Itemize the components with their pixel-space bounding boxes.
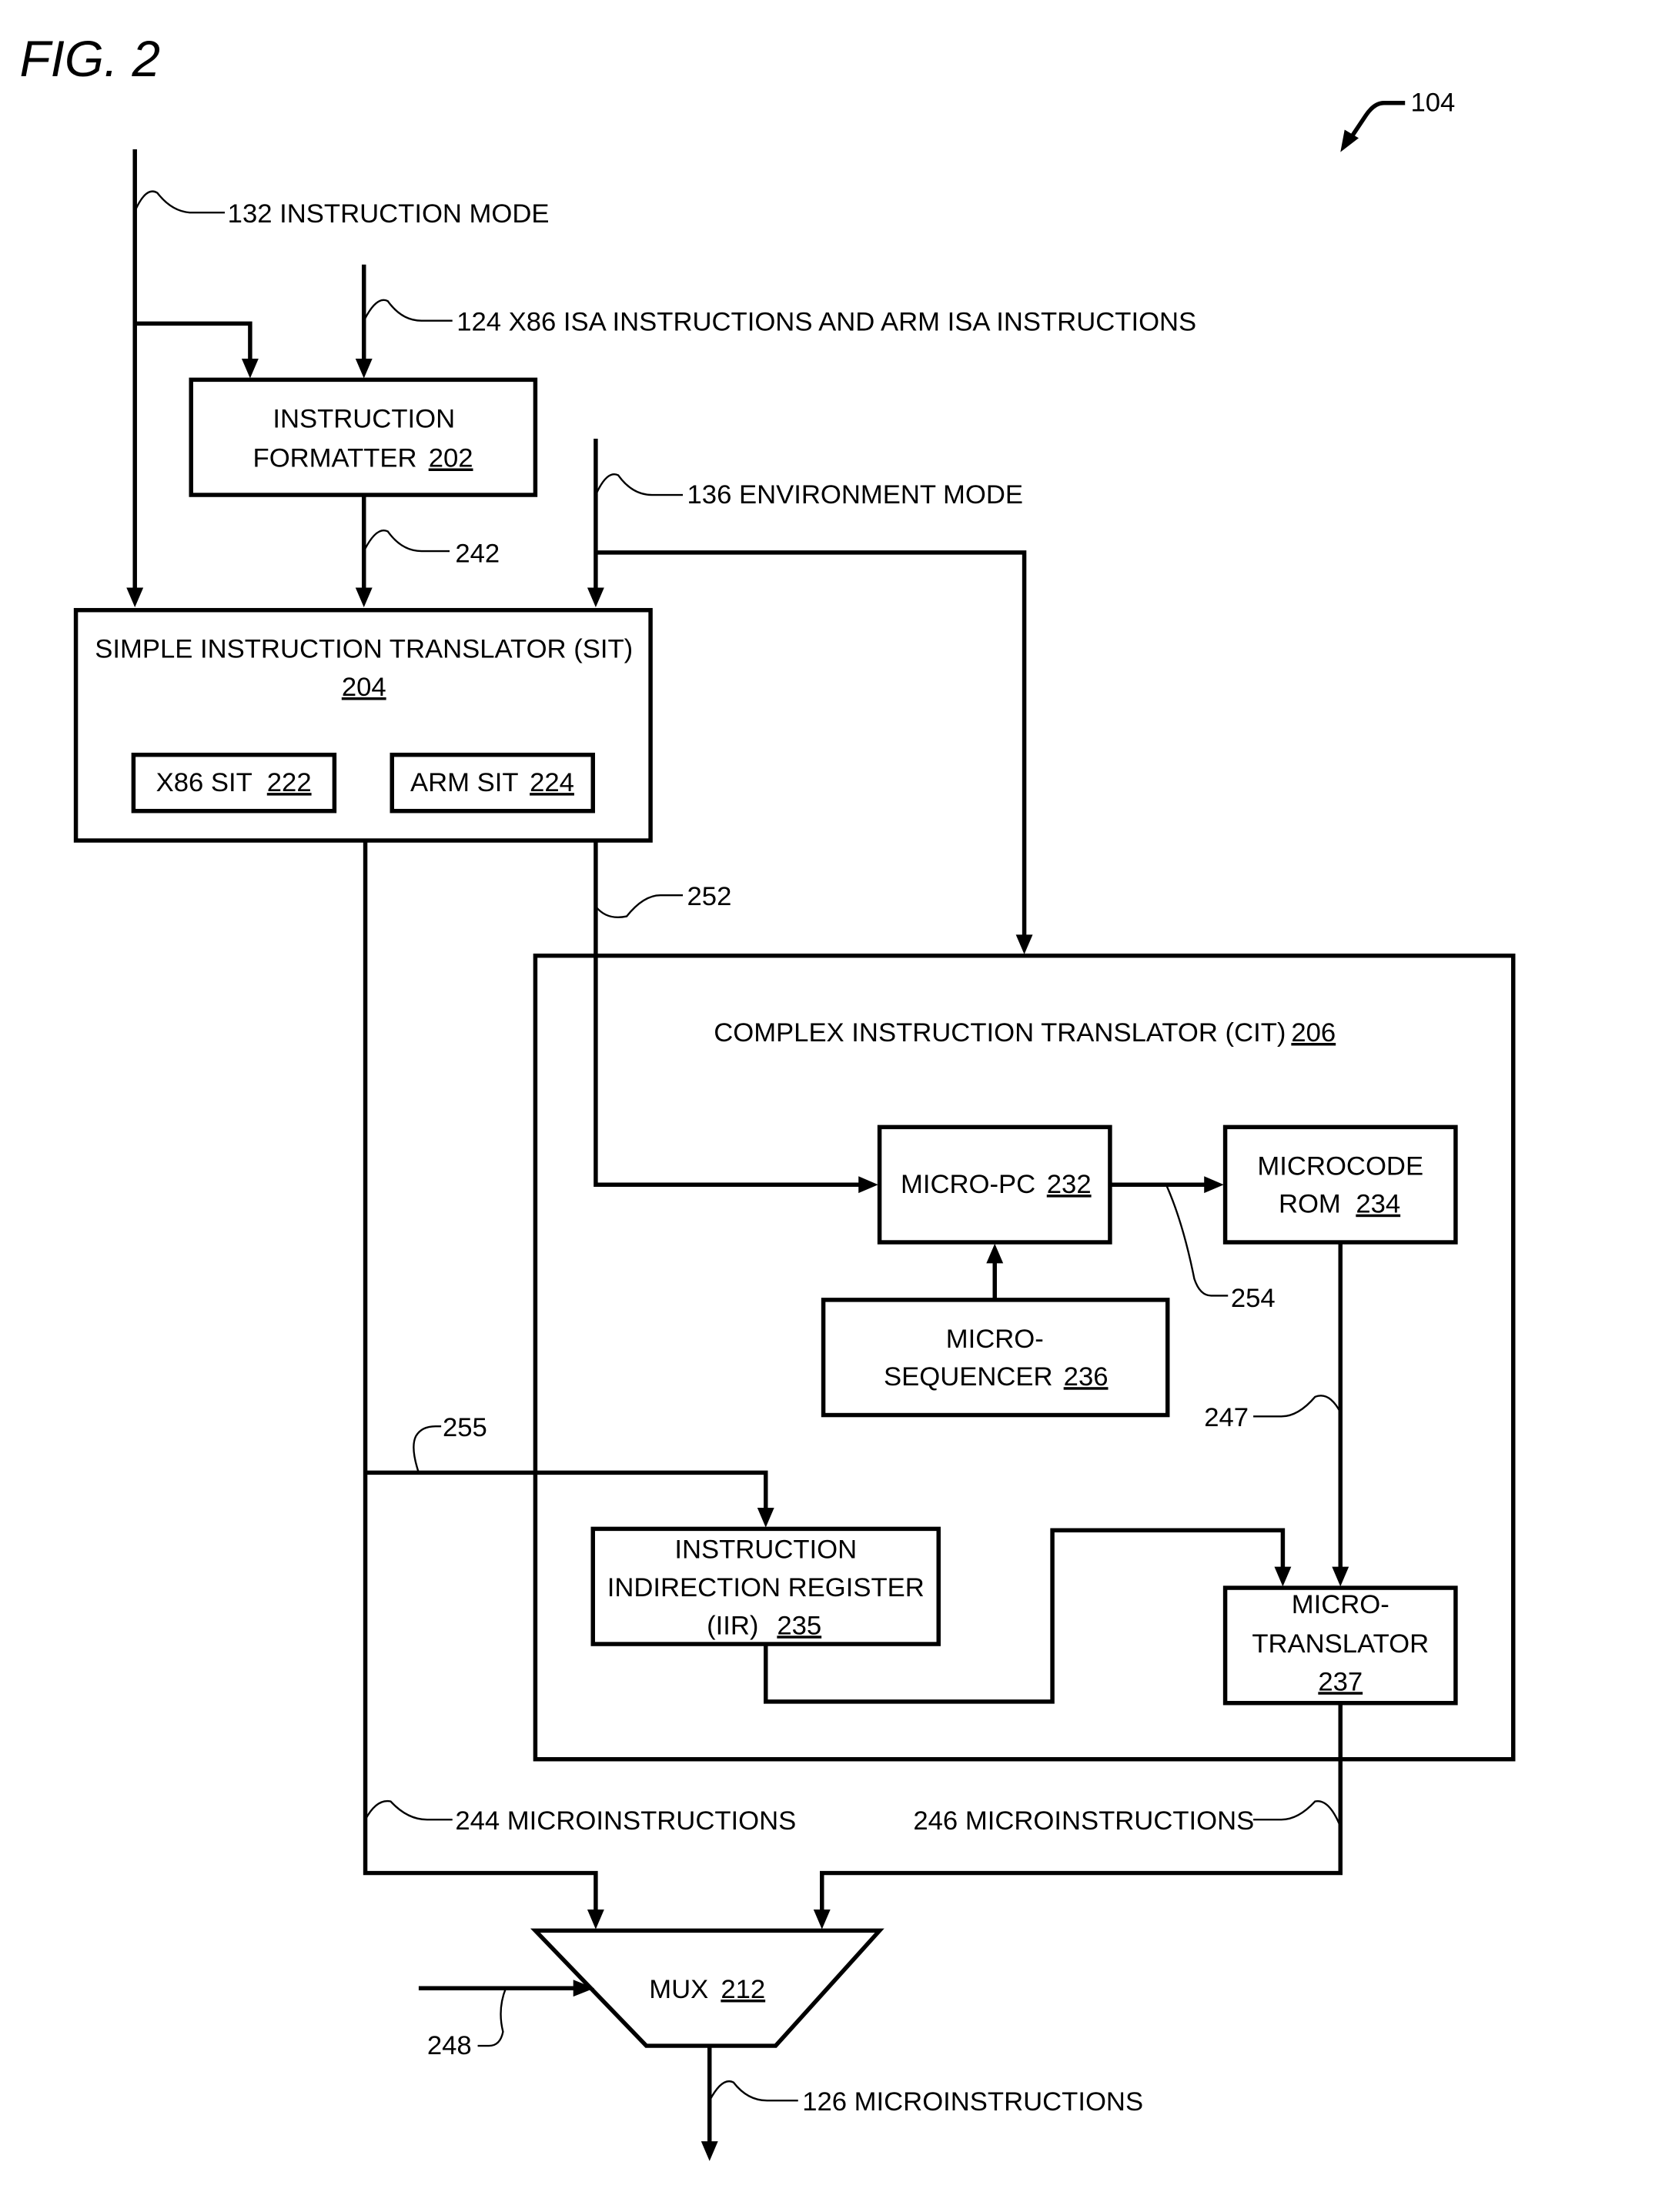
sit-block: SIMPLE INSTRUCTION TRANSLATOR (SIT) 204 … <box>73 607 653 843</box>
micro-sequencer-ref: 236 <box>1064 1362 1109 1392</box>
micro-pc-ref: 232 <box>1047 1170 1092 1199</box>
micro-pc-block: MICRO-PC 232 <box>877 1124 1112 1245</box>
formatter-ref: 202 <box>429 444 473 473</box>
instruction-formatter-block: INSTRUCTION FORMATTER 202 <box>189 377 538 497</box>
label-247: 247 <box>1204 1403 1249 1432</box>
label-248: 248 <box>427 2031 472 2060</box>
micro-sequencer-label-2: SEQUENCER <box>884 1362 1053 1392</box>
micro-translator-label-2: TRANSLATOR <box>1252 1629 1429 1659</box>
isa-instructions-signal: 124 X86 ISA INSTRUCTIONS AND ARM ISA INS… <box>355 264 1196 379</box>
micro-sequencer-label: MICRO- <box>946 1325 1044 1354</box>
x86-sit-block: X86 SIT 222 <box>131 752 337 814</box>
label-255: 255 <box>443 1413 487 1442</box>
label-252: 252 <box>687 882 732 911</box>
arm-sit-block: ARM SIT 224 <box>390 752 595 814</box>
signal-242: 242 <box>355 495 500 608</box>
environment-mode-label: 136 ENVIRONMENT MODE <box>687 480 1024 510</box>
micro-pc-label: MICRO-PC <box>901 1170 1035 1199</box>
instruction-mode-label: 132 INSTRUCTION MODE <box>228 199 550 229</box>
isa-instructions-label: 124 X86 ISA INSTRUCTIONS AND ARM ISA INS… <box>456 307 1196 336</box>
cit-label: COMPLEX INSTRUCTION TRANSLATOR (CIT) <box>714 1018 1286 1048</box>
signal-126: 126 MICROINSTRUCTIONS <box>701 2046 1143 2161</box>
x86-sit-ref: 222 <box>267 768 312 797</box>
figure-title: FIG. 2 <box>20 31 161 87</box>
reference-label: 104 <box>1411 89 1456 118</box>
environment-mode-signal: 136 ENVIRONMENT MODE <box>587 439 1033 954</box>
signal-247: 247 <box>1204 1242 1349 1587</box>
sit-label: SIMPLE INSTRUCTION TRANSLATOR (SIT) <box>95 635 633 664</box>
formatter-label: INSTRUCTION <box>273 404 455 433</box>
cit-ref: 206 <box>1291 1018 1336 1048</box>
sit-ref: 204 <box>342 673 386 702</box>
signal-248: 248 <box>418 1980 595 2060</box>
microcode-rom-block: MICROCODE ROM 234 <box>1222 1124 1458 1245</box>
label-242: 242 <box>455 540 500 569</box>
micro-sequencer-block: MICRO- SEQUENCER 236 <box>821 1243 1170 1418</box>
microcode-rom-label-2: ROM <box>1279 1190 1341 1219</box>
label-246: 246 MICROINSTRUCTIONS <box>913 1806 1254 1836</box>
signal-255: 255 <box>363 840 774 1930</box>
label-244: 244 MICROINSTRUCTIONS <box>455 1806 796 1836</box>
block-diagram: FIG. 2 104 132 INSTRUCTION MODE 124 X86 … <box>20 31 1516 2161</box>
figure-reference-104: 104 <box>1340 89 1455 152</box>
arm-sit-ref: 224 <box>530 768 574 797</box>
mux-ref: 212 <box>721 1975 765 2004</box>
iir-label-2: INDIRECTION REGISTER <box>607 1573 925 1602</box>
microcode-rom-label: MICROCODE <box>1257 1151 1423 1181</box>
micro-translator-label: MICRO- <box>1292 1590 1389 1619</box>
signal-244: 244 MICROINSTRUCTIONS <box>364 1799 796 1836</box>
label-126: 126 MICROINSTRUCTIONS <box>802 2087 1143 2117</box>
signal-252: 252 <box>594 840 878 1194</box>
micro-translator-block: MICRO- TRANSLATOR 237 <box>1222 1585 1458 1706</box>
micro-translator-ref: 237 <box>1318 1667 1363 1696</box>
iir-ref: 235 <box>777 1611 821 1640</box>
iir-block: INSTRUCTION INDIRECTION REGISTER (IIR) 2… <box>590 1526 941 1646</box>
microcode-rom-ref: 234 <box>1356 1190 1400 1219</box>
signal-246: 246 MICROINSTRUCTIONS <box>813 1702 1343 1930</box>
iir-label: INSTRUCTION <box>674 1535 857 1565</box>
x86-sit-label: X86 SIT <box>156 768 252 797</box>
iir-label-3: (IIR) <box>707 1611 758 1640</box>
label-254: 254 <box>1231 1284 1276 1313</box>
mux-label: MUX <box>649 1975 708 2004</box>
arm-sit-label: ARM SIT <box>410 768 519 797</box>
formatter-label-2: FORMATTER <box>253 444 417 473</box>
